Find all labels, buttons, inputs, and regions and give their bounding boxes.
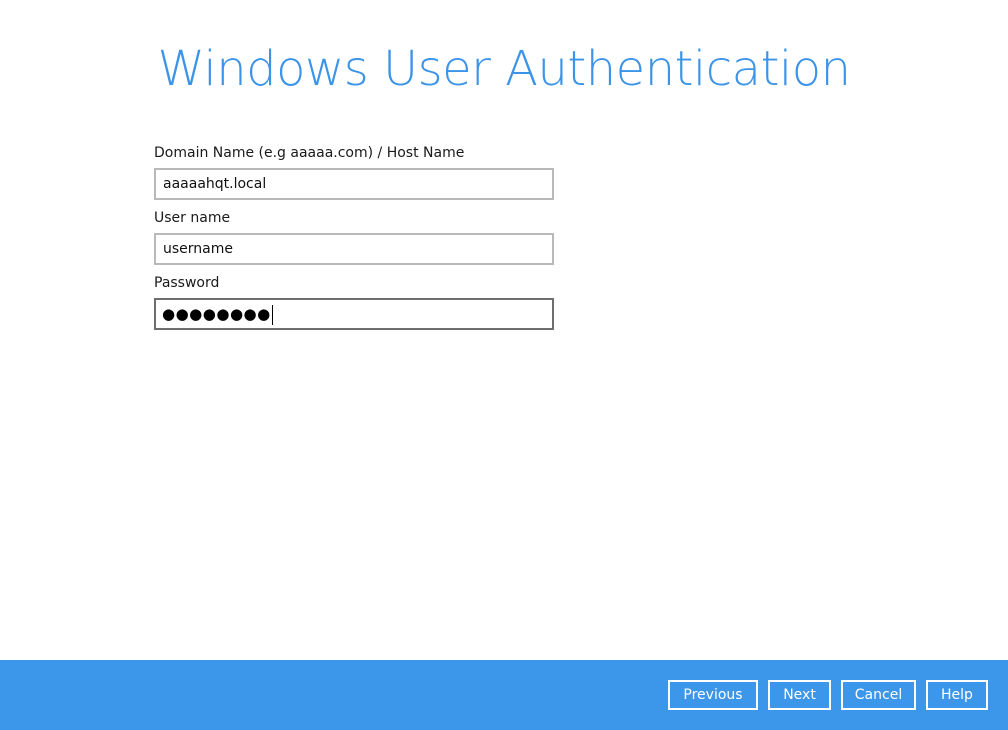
next-button[interactable]: Next [768,680,831,710]
page-title: Windows User Authentication [157,41,851,97]
password-label: Password [154,275,220,291]
domain-label: Domain Name (e.g aaaaa.com) / Host Name [154,145,465,161]
domain-input[interactable] [154,168,554,200]
username-input[interactable] [154,233,554,265]
cancel-button[interactable]: Cancel [841,680,916,710]
auth-page: Windows User Authentication Domain Name … [0,0,1008,730]
help-button[interactable]: Help [926,680,988,710]
password-field-wrapper: ●●●●●●●● [154,298,554,330]
previous-button[interactable]: Previous [668,680,758,710]
footer-bar: Previous Next Cancel Help [0,660,1008,730]
password-input[interactable] [154,298,554,330]
username-label: User name [154,210,231,226]
auth-form: Domain Name (e.g aaaaa.com) / Host Name … [154,144,554,330]
